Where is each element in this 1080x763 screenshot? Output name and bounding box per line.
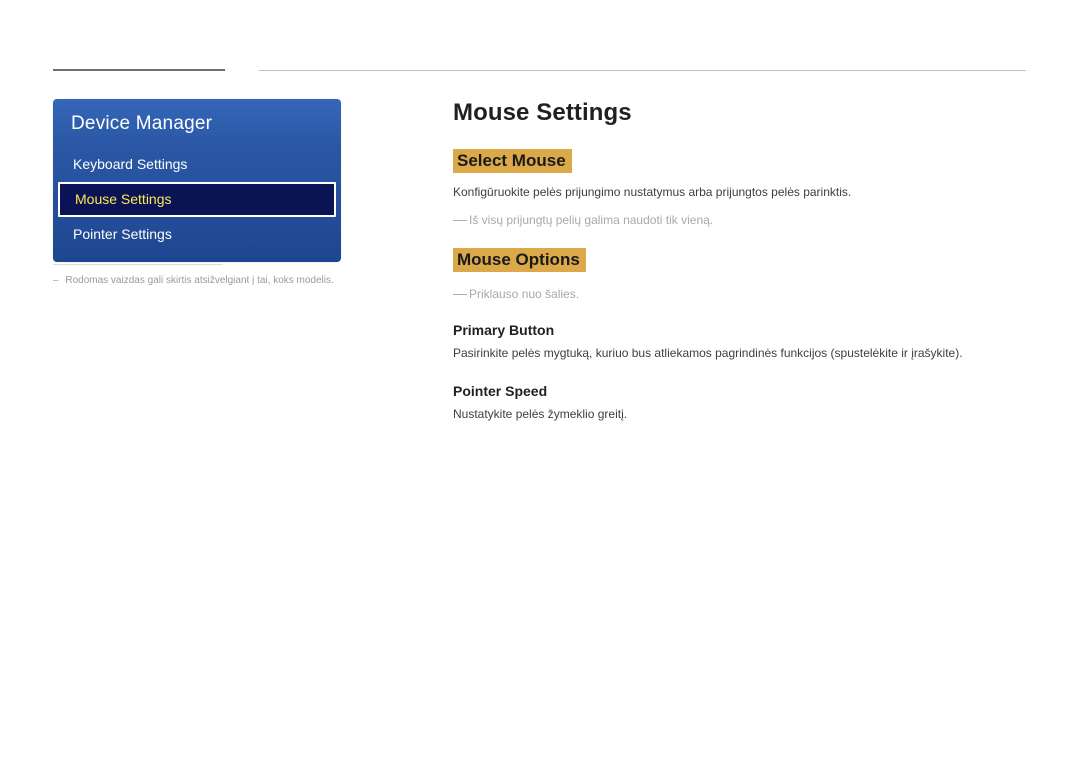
- page-title: Mouse Settings: [453, 99, 1026, 127]
- section-mouse-options: Mouse Options ―Priklauso nuo šalies. Pri…: [453, 248, 1026, 424]
- main-content: Mouse Settings Select Mouse Konfigūruoki…: [453, 99, 1026, 438]
- footnote-divider: [53, 264, 223, 265]
- subhead-pointer-speed: Pointer Speed: [453, 383, 1026, 399]
- panel-item-mouse-settings[interactable]: Mouse Settings: [58, 182, 336, 217]
- spacer: [453, 369, 1026, 379]
- section-select-mouse: Select Mouse Konfigūruokite pelės prijun…: [453, 149, 1026, 230]
- panel-item-keyboard-settings[interactable]: Keyboard Settings: [53, 147, 341, 182]
- panel-bottom-spacer: [53, 252, 341, 262]
- footnote-text: Rodomas vaizdas gali skirtis atsižvelgia…: [65, 275, 333, 286]
- mouse-options-note: ―Priklauso nuo šalies.: [453, 282, 1026, 304]
- note-dash-icon: ―: [453, 282, 469, 304]
- note-dash-icon: ―: [453, 208, 469, 230]
- subhead-primary-button: Primary Button: [453, 322, 1026, 338]
- pointer-speed-body: Nustatykite pelės žymeklio greitį.: [453, 405, 1026, 424]
- panel-item-pointer-settings[interactable]: Pointer Settings: [53, 217, 341, 252]
- footnote: – Rodomas vaizdas gali skirtis atsižvelg…: [53, 274, 383, 288]
- select-mouse-note-text: Iš visų prijungtų pelių galima naudoti t…: [469, 213, 713, 227]
- select-mouse-note: ―Iš visų prijungtų pelių galima naudoti …: [453, 208, 1026, 230]
- mouse-options-note-text: Priklauso nuo šalies.: [469, 287, 579, 301]
- section-heading-select-mouse: Select Mouse: [453, 149, 572, 173]
- header-short-bar: [53, 69, 225, 71]
- device-manager-panel: Device Manager Keyboard Settings Mouse S…: [53, 99, 341, 262]
- section-heading-mouse-options: Mouse Options: [453, 248, 586, 272]
- panel-title: Device Manager: [53, 99, 341, 147]
- header-long-rule: [259, 70, 1026, 71]
- primary-button-body: Pasirinkite pelės mygtuką, kuriuo bus at…: [453, 344, 1026, 363]
- footnote-dash-icon: –: [53, 275, 59, 286]
- select-mouse-body: Konfigūruokite pelės prijungimo nustatym…: [453, 183, 1026, 202]
